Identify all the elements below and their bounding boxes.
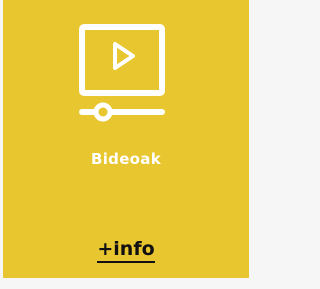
video-player-icon <box>3 0 249 150</box>
more-info-link[interactable]: +info <box>3 238 249 263</box>
bideoak-card[interactable]: Bideoak +info <box>3 0 249 278</box>
more-info-label: +info <box>97 238 155 263</box>
card-title: Bideoak <box>91 150 161 168</box>
